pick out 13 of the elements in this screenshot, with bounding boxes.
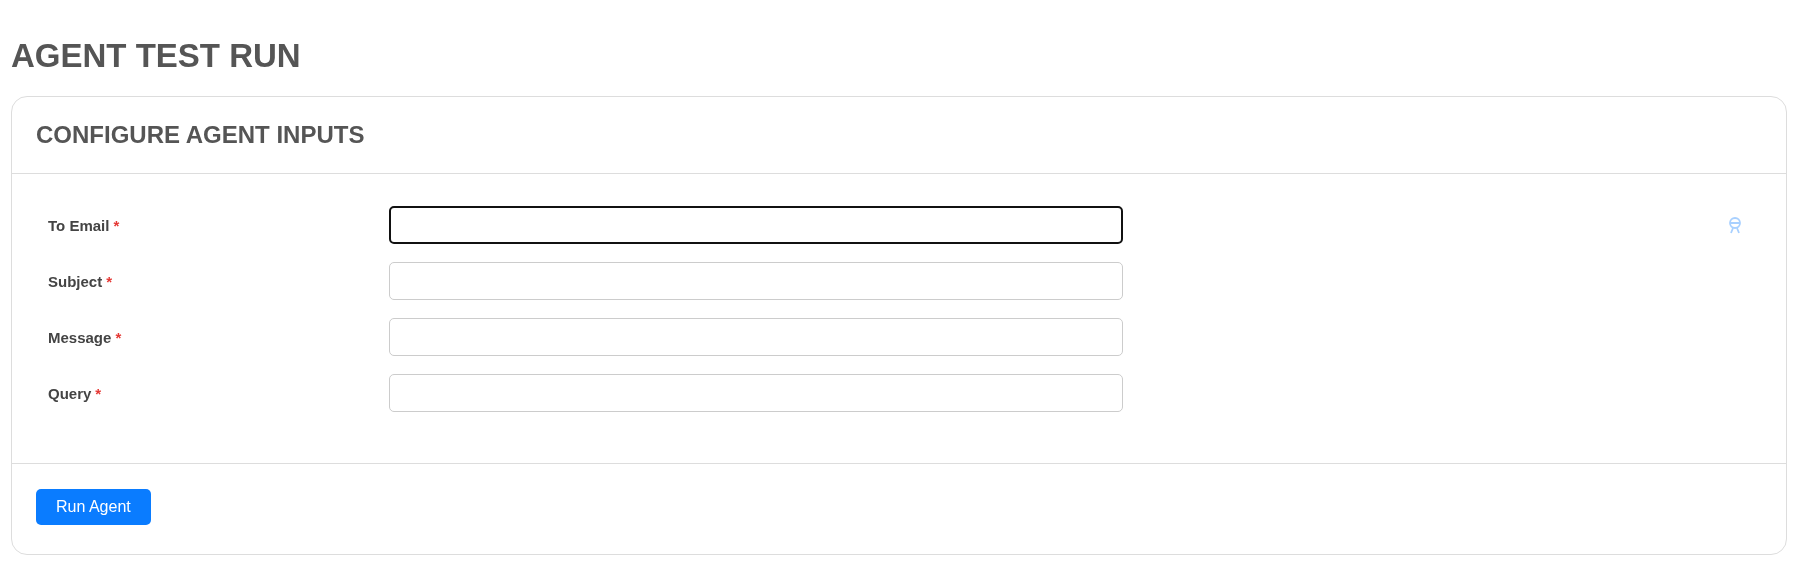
input-field[interactable] bbox=[389, 206, 1123, 244]
field-label: Subject bbox=[48, 272, 103, 290]
field-label: Query bbox=[48, 384, 92, 402]
field-label: To Email bbox=[48, 216, 110, 234]
run-agent-button[interactable]: Run Agent bbox=[36, 489, 151, 525]
page-title: AGENT TEST RUN bbox=[11, 36, 302, 76]
required-mark: * bbox=[115, 328, 122, 346]
field-label: Message bbox=[48, 328, 112, 346]
card-title: CONFIGURE AGENT INPUTS bbox=[36, 121, 365, 149]
required-mark: * bbox=[95, 384, 102, 402]
agent-icon bbox=[1726, 216, 1744, 234]
required-mark: * bbox=[113, 216, 120, 234]
required-mark: * bbox=[106, 272, 113, 290]
